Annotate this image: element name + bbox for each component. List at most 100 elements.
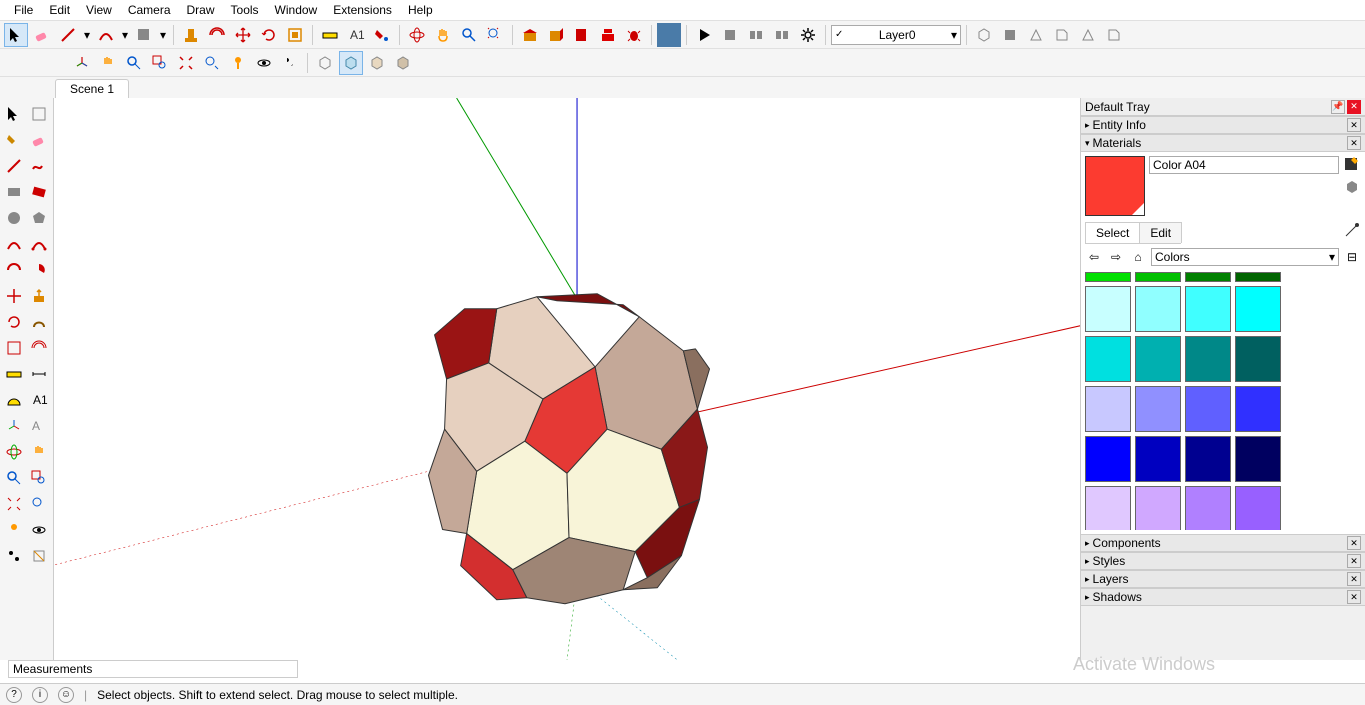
panel-shadows[interactable]: Shadows✕: [1081, 588, 1365, 606]
shape-tool[interactable]: [132, 23, 156, 47]
lt-axes[interactable]: [2, 414, 26, 438]
lt-look-around[interactable]: [28, 518, 52, 542]
material-swatch[interactable]: [1085, 436, 1131, 482]
material-details-icon[interactable]: ⊟: [1343, 248, 1361, 266]
lt-prev-view[interactable]: [28, 492, 52, 516]
help-icon[interactable]: ?: [6, 687, 22, 703]
lt-rectangle[interactable]: [2, 180, 26, 204]
lt-zoom[interactable]: [2, 466, 26, 490]
material-swatch[interactable]: [1135, 286, 1181, 332]
material-library-select[interactable]: Colors: [1151, 248, 1339, 266]
menu-extensions[interactable]: Extensions: [325, 1, 400, 19]
component-share-icon[interactable]: [544, 23, 568, 47]
panel-layers[interactable]: Layers✕: [1081, 570, 1365, 588]
panel-materials[interactable]: Materials✕: [1081, 134, 1365, 152]
axes-tool[interactable]: [70, 51, 94, 75]
lt-polygon[interactable]: [28, 206, 52, 230]
menu-window[interactable]: Window: [267, 1, 326, 19]
previous-view-tool[interactable]: [200, 51, 224, 75]
lt-followme[interactable]: [28, 310, 52, 334]
material-swatch[interactable]: [1235, 336, 1281, 382]
zoom-extents-tool[interactable]: [483, 23, 507, 47]
layers-icon[interactable]: [657, 23, 681, 47]
extension-warehouse-icon[interactable]: [596, 23, 620, 47]
lt-pie[interactable]: [28, 258, 52, 282]
materials-tab-edit[interactable]: Edit: [1139, 222, 1182, 243]
prev-scene-icon[interactable]: [744, 23, 768, 47]
look-around-tool[interactable]: [252, 51, 276, 75]
bug-icon[interactable]: [622, 23, 646, 47]
lt-2pt-arc[interactable]: [28, 232, 52, 256]
orbit-tool[interactable]: [405, 23, 429, 47]
material-swatch[interactable]: [1135, 336, 1181, 382]
paint-tool[interactable]: [370, 23, 394, 47]
shape-dropdown[interactable]: ▾: [158, 23, 168, 47]
materials-tab-select[interactable]: Select: [1085, 222, 1140, 243]
current-material-swatch[interactable]: [1085, 156, 1145, 216]
offset-tool[interactable]: [205, 23, 229, 47]
menu-tools[interactable]: Tools: [223, 1, 267, 19]
hidden-line-icon[interactable]: [391, 51, 415, 75]
xray-icon[interactable]: [313, 51, 337, 75]
close-icon[interactable]: ✕: [1347, 136, 1361, 150]
menu-view[interactable]: View: [78, 1, 120, 19]
tray-title[interactable]: Default Tray 📌 ✕: [1081, 98, 1365, 116]
walk-tool[interactable]: [278, 51, 302, 75]
lt-make-component[interactable]: [28, 102, 52, 126]
view-back-icon[interactable]: [1076, 23, 1100, 47]
lt-arc[interactable]: [2, 232, 26, 256]
stop-icon[interactable]: [718, 23, 742, 47]
lt-move[interactable]: [2, 284, 26, 308]
material-swatch[interactable]: [1085, 286, 1131, 332]
viewport-3d[interactable]: [54, 98, 1080, 660]
back-edges-icon[interactable]: [339, 51, 363, 75]
close-icon[interactable]: ✕: [1347, 554, 1361, 568]
tray-pin-icon[interactable]: 📌: [1331, 100, 1345, 114]
lt-rotate[interactable]: [2, 310, 26, 334]
lt-protractor[interactable]: [2, 388, 26, 412]
panel-styles[interactable]: Styles✕: [1081, 552, 1365, 570]
zoom-extents2-tool[interactable]: [174, 51, 198, 75]
lt-circle[interactable]: [2, 206, 26, 230]
lt-offset[interactable]: [28, 336, 52, 360]
play-icon[interactable]: [692, 23, 716, 47]
zoom-tool[interactable]: [457, 23, 481, 47]
lt-zoom-window[interactable]: [28, 466, 52, 490]
close-icon[interactable]: ✕: [1347, 590, 1361, 604]
create-material-icon[interactable]: [1343, 156, 1361, 174]
text-tool[interactable]: A1: [344, 23, 368, 47]
settings-icon[interactable]: [796, 23, 820, 47]
panel-components[interactable]: Components✕: [1081, 534, 1365, 552]
material-swatch[interactable]: [1135, 486, 1181, 530]
position-camera-tool[interactable]: [226, 51, 250, 75]
zoom2-tool[interactable]: [122, 51, 146, 75]
material-swatch[interactable]: [1135, 386, 1181, 432]
lt-line[interactable]: [2, 154, 26, 178]
wireframe-icon[interactable]: [365, 51, 389, 75]
eraser-tool[interactable]: [30, 23, 54, 47]
lt-3pt-arc[interactable]: [2, 258, 26, 282]
material-swatch[interactable]: [1185, 436, 1231, 482]
menu-file[interactable]: File: [6, 1, 41, 19]
set-default-icon[interactable]: [1343, 178, 1361, 196]
tray-close-icon[interactable]: ✕: [1347, 100, 1361, 114]
material-swatch[interactable]: [1085, 386, 1131, 432]
view-front-icon[interactable]: [1024, 23, 1048, 47]
material-swatch[interactable]: [1185, 272, 1231, 282]
user-icon[interactable]: ☺: [58, 687, 74, 703]
lt-orbit[interactable]: [2, 440, 26, 464]
view-iso-icon[interactable]: [972, 23, 996, 47]
material-swatch[interactable]: [1135, 436, 1181, 482]
lt-dimension[interactable]: [28, 362, 52, 386]
scene-tab-1[interactable]: Scene 1: [55, 79, 129, 98]
material-swatch[interactable]: [1235, 386, 1281, 432]
material-swatch[interactable]: [1085, 336, 1131, 382]
rotate-tool[interactable]: [257, 23, 281, 47]
material-swatch[interactable]: [1235, 286, 1281, 332]
hand-tool[interactable]: [96, 51, 120, 75]
material-forward-icon[interactable]: ⇨: [1107, 248, 1125, 266]
arc-dropdown[interactable]: ▾: [120, 23, 130, 47]
panel-entity-info[interactable]: Entity Info✕: [1081, 116, 1365, 134]
close-icon[interactable]: ✕: [1347, 536, 1361, 550]
info-icon[interactable]: i: [32, 687, 48, 703]
